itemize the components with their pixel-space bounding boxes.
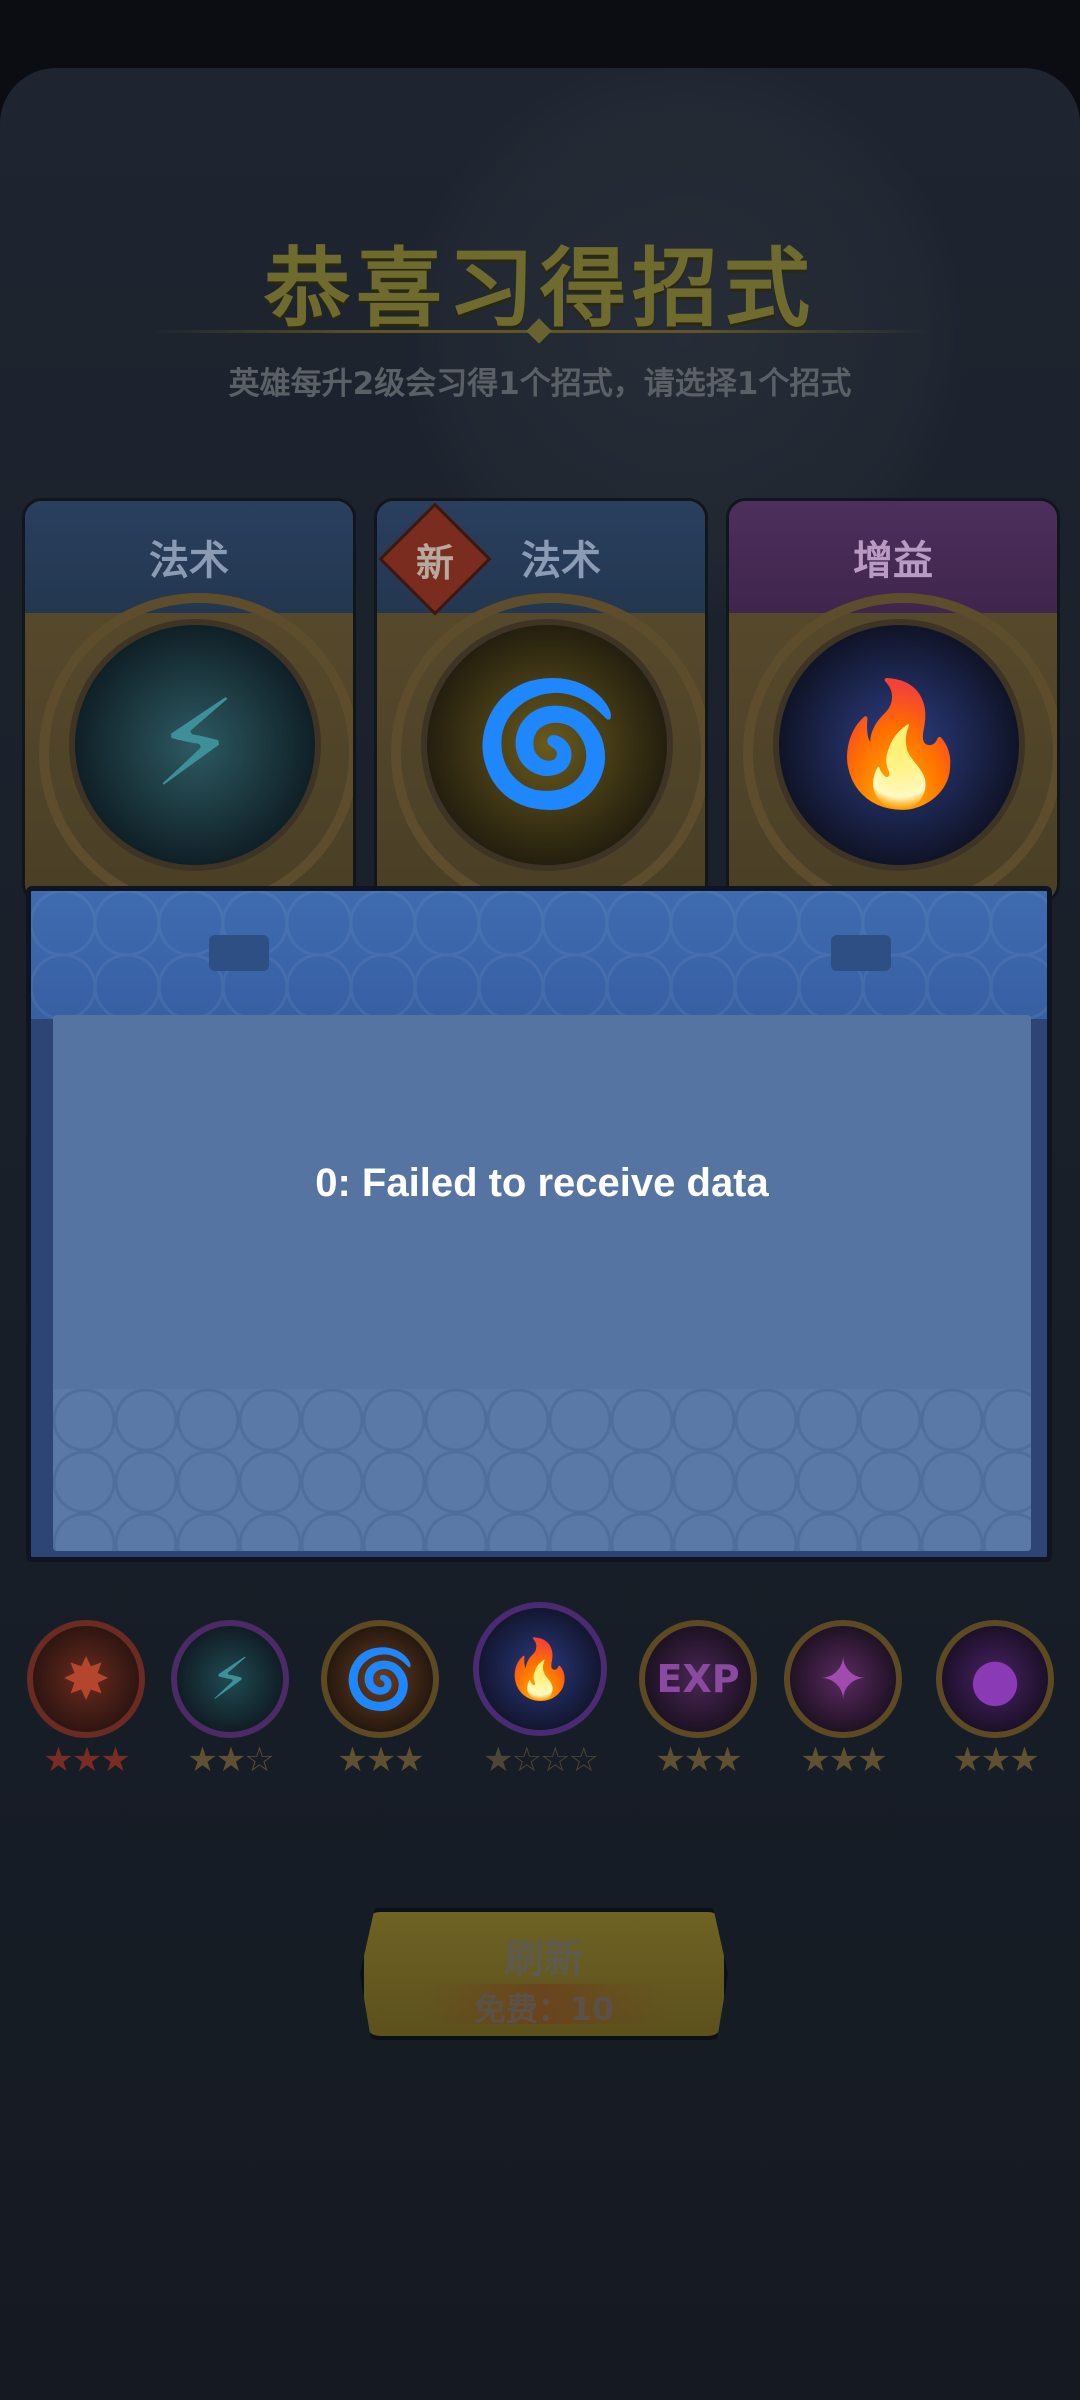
header-tab-left xyxy=(209,935,269,971)
lightning-face-icon: ⚡ xyxy=(69,619,321,871)
purple-orb-icon[interactable]: ● xyxy=(936,1620,1054,1738)
refresh-button-label: 刷新 xyxy=(504,1936,584,1982)
error-dialog: 0: Failed to receive data xyxy=(26,886,1052,1562)
header-pattern xyxy=(31,891,1047,1019)
page-subtitle: 英雄每升2级会习得1个招式，请选择1个招式 xyxy=(228,366,852,402)
refresh-free-count: 免费：10 xyxy=(424,1984,664,2028)
skill-stars: ★★★ xyxy=(337,1740,424,1780)
dialog-pattern xyxy=(53,1389,1031,1551)
dialog-body: 0: Failed to receive data xyxy=(53,1015,1031,1551)
golden-tornado-icon: 🌀 xyxy=(421,619,673,871)
new-badge-label: 新 xyxy=(415,540,454,585)
skill-stars: ★★★ xyxy=(43,1740,130,1780)
skill-card-3[interactable]: 增益 🔥 xyxy=(726,498,1060,904)
blue-flame-icon: 🔥 xyxy=(773,619,1025,871)
lightning-face-icon[interactable]: ⚡ xyxy=(171,1620,289,1738)
skill-stars: ★★★ xyxy=(655,1740,742,1780)
exp-bomb-icon[interactable]: EXP xyxy=(639,1620,757,1738)
refresh-button[interactable]: 刷新 免费：10 xyxy=(360,1908,728,2040)
skill-stars: ★★☆ xyxy=(187,1740,274,1780)
skill-card-2[interactable]: 法术 新 🌀 xyxy=(374,498,708,904)
skill-stars: ★★★ xyxy=(952,1740,1039,1780)
red-burst-icon[interactable]: ✸ xyxy=(27,1620,145,1738)
orange-tornado-icon[interactable]: 🌀 xyxy=(321,1620,439,1738)
purple-spirit-icon[interactable]: ✦ xyxy=(784,1620,902,1738)
skill-stars: ★☆☆☆ xyxy=(483,1740,599,1780)
header-tab-right xyxy=(831,935,891,971)
blue-flame-icon[interactable]: 🔥 xyxy=(473,1602,607,1736)
skill-stars: ★★★ xyxy=(800,1740,887,1780)
error-message: 0: Failed to receive data xyxy=(315,1161,769,1205)
dialog-header xyxy=(31,891,1047,1019)
skill-card-1[interactable]: 法术 ⚡ xyxy=(22,498,356,904)
